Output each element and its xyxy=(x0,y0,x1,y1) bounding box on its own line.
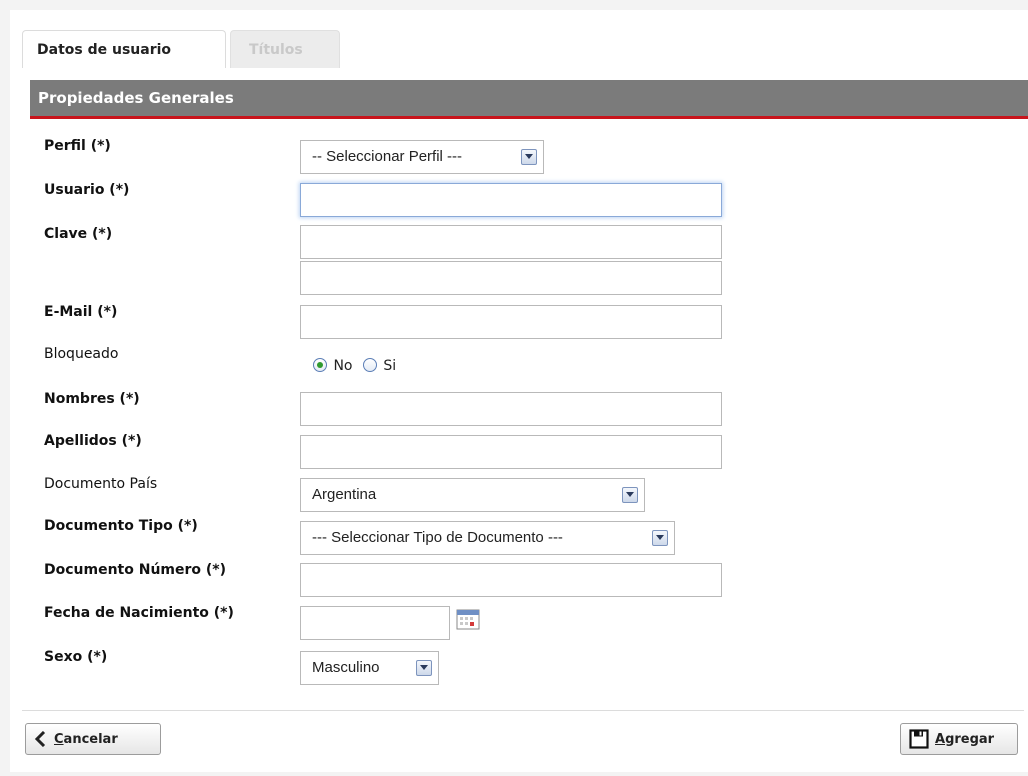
footer-divider xyxy=(22,710,1024,711)
nombres-input[interactable] xyxy=(300,392,722,426)
perfil-select[interactable]: -- Seleccionar Perfil --- xyxy=(300,140,544,174)
nombres-label: Nombres (*) xyxy=(44,391,140,407)
documento-pais-select[interactable]: Argentina xyxy=(300,478,645,512)
cancel-button-label: Cancelar xyxy=(54,731,118,747)
clave-confirm-input[interactable] xyxy=(300,261,722,295)
documento-numero-label: Documento Número (*) xyxy=(44,562,227,578)
perfil-select-value: -- Seleccionar Perfil --- xyxy=(312,148,463,165)
bloqueado-label: Bloqueado xyxy=(44,346,119,362)
calendar-icon[interactable] xyxy=(456,608,480,630)
save-icon xyxy=(909,729,929,749)
clave-input[interactable] xyxy=(300,225,722,259)
sexo-label: Sexo (*) xyxy=(44,649,108,665)
apellidos-input[interactable] xyxy=(300,435,722,469)
clave-label: Clave (*) xyxy=(44,226,113,242)
chevron-down-icon xyxy=(652,530,668,546)
chevron-down-icon xyxy=(521,149,537,165)
sexo-select[interactable]: Masculino xyxy=(300,651,439,685)
email-label: E-Mail (*) xyxy=(44,304,118,320)
section-title: Propiedades Generales xyxy=(38,89,234,107)
add-button-label: Agregar xyxy=(935,731,995,747)
tab-datos-de-usuario[interactable]: Datos de usuario xyxy=(22,30,226,68)
documento-tipo-label: Documento Tipo (*) xyxy=(44,518,198,534)
chevron-down-icon xyxy=(416,660,432,676)
chevron-left-icon xyxy=(34,731,46,747)
tab-titulos[interactable]: Títulos xyxy=(230,30,340,68)
bloqueado-no-label: No xyxy=(333,358,353,374)
fecha-nacimiento-label: Fecha de Nacimiento (*) xyxy=(44,605,234,621)
add-button[interactable]: Agregar xyxy=(900,723,1018,755)
bloqueado-si-radio[interactable] xyxy=(362,358,377,372)
sexo-value: Masculino xyxy=(312,659,380,676)
fecha-nacimiento-input[interactable] xyxy=(300,606,450,640)
bloqueado-radio-group: No Si xyxy=(313,358,396,374)
documento-tipo-value: --- Seleccionar Tipo de Documento --- xyxy=(312,529,563,546)
chevron-down-icon xyxy=(622,487,638,503)
apellidos-label: Apellidos (*) xyxy=(44,433,142,449)
documento-tipo-select[interactable]: --- Seleccionar Tipo de Documento --- xyxy=(300,521,675,555)
cancel-button[interactable]: Cancelar xyxy=(25,723,161,755)
documento-pais-value: Argentina xyxy=(312,486,377,503)
documento-numero-input[interactable] xyxy=(300,563,722,597)
perfil-label: Perfil (*) xyxy=(44,138,111,154)
usuario-label: Usuario (*) xyxy=(44,182,130,198)
email-input[interactable] xyxy=(300,305,722,339)
bloqueado-si-label: Si xyxy=(383,358,397,374)
usuario-input[interactable] xyxy=(300,183,722,217)
bloqueado-no-radio[interactable] xyxy=(313,358,327,372)
section-header: Propiedades Generales xyxy=(30,80,1028,119)
documento-pais-label: Documento País xyxy=(44,476,158,492)
form-panel xyxy=(10,10,1028,772)
